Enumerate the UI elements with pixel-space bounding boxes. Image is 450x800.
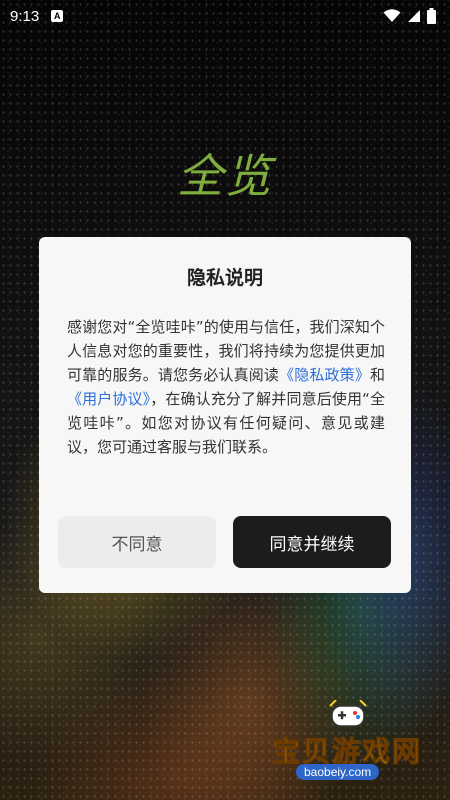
dialog-body: 感谢您对“全览哇咔”的使用与信任，我们深知个人信息对您的重要性，我们将持续为您提… — [67, 315, 385, 459]
disagree-button[interactable]: 不同意 — [58, 516, 216, 568]
notification-a-icon: A — [51, 10, 64, 22]
user-agreement-link[interactable]: 《用户协议》 — [67, 390, 150, 408]
signal-icon — [408, 10, 420, 22]
dialog-text-and: 和 — [369, 366, 385, 384]
privacy-policy-link[interactable]: 《隐私政策》 — [279, 366, 370, 384]
app-logo: 全览 — [177, 149, 273, 203]
status-time: 9:13 — [10, 7, 40, 25]
dialog-title: 隐私说明 — [186, 267, 263, 289]
wifi-icon — [383, 9, 401, 22]
agree-continue-button[interactable]: 同意并继续 — [233, 516, 391, 568]
status-bar: 9:13 A — [0, 0, 450, 32]
gamepad-icon — [329, 700, 367, 727]
watermark-url: baobeiy.com — [296, 764, 380, 780]
watermark: 宝贝游戏网 baobeiy.com — [266, 700, 426, 780]
privacy-dialog: 隐私说明 感谢您对“全览哇咔”的使用与信任，我们深知个人信息对您的重要性，我们将… — [39, 237, 411, 593]
battery-icon — [427, 8, 436, 24]
